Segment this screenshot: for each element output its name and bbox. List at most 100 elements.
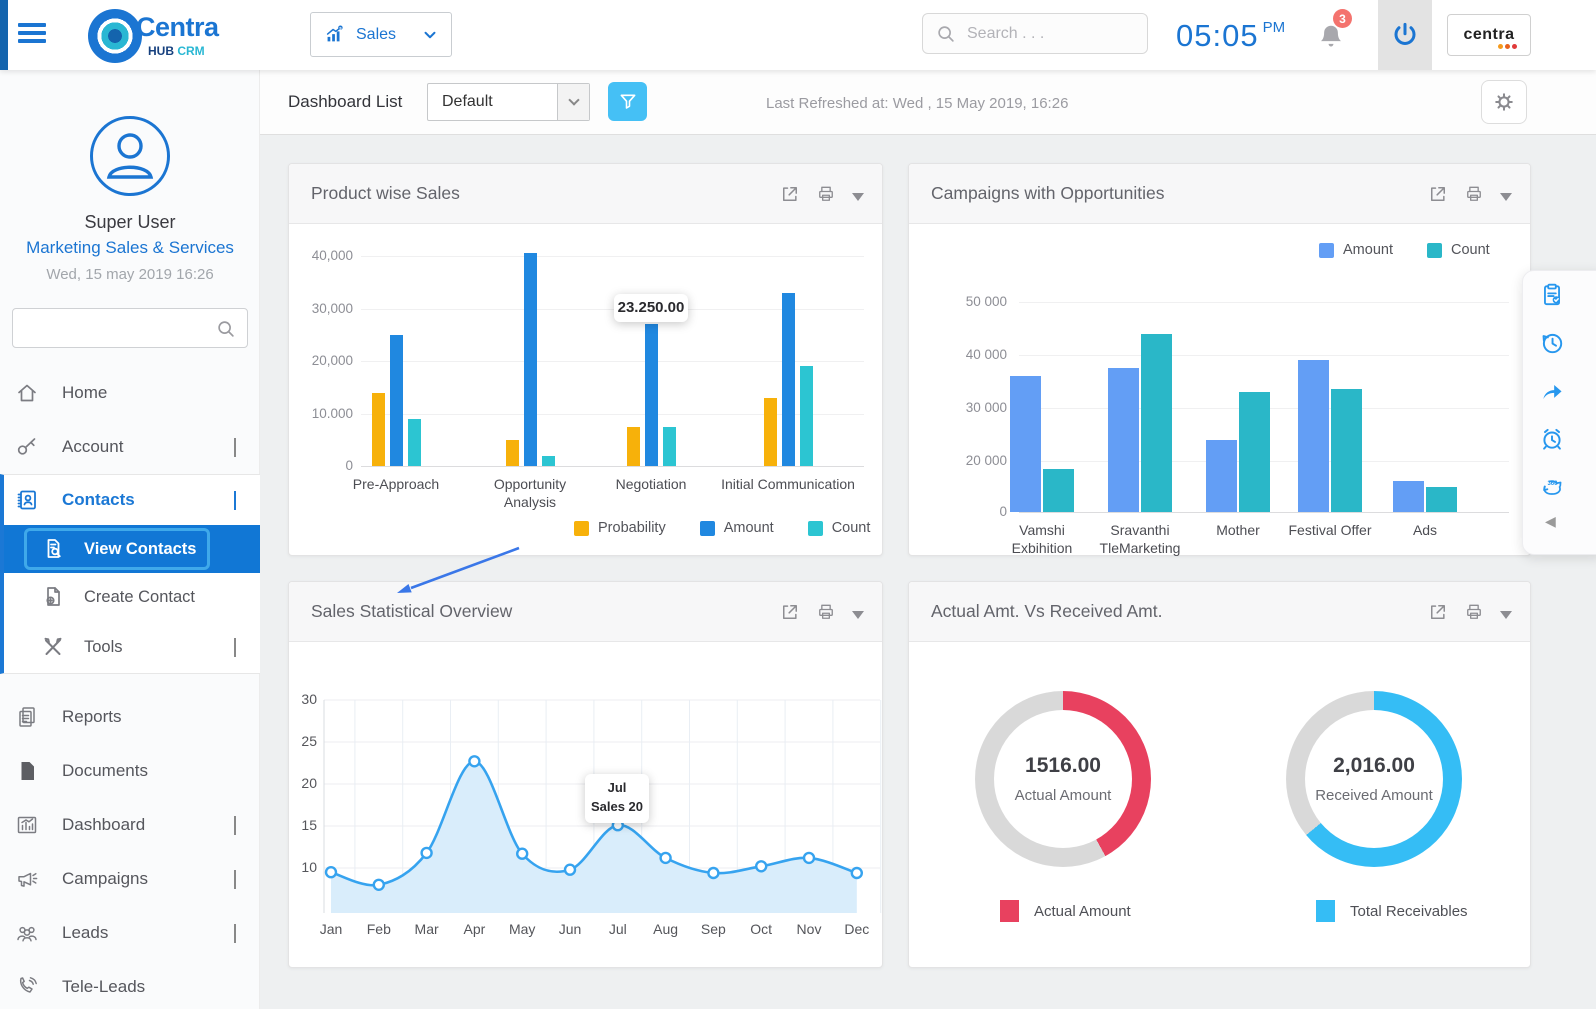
- data-point-Sep[interactable]: [707, 866, 720, 880]
- print-icon[interactable]: [1464, 602, 1484, 622]
- bar-Probability-Pre-Approach[interactable]: [371, 392, 385, 466]
- sidebar-item-documents[interactable]: Documents: [0, 744, 260, 798]
- sync-360-icon[interactable]: 360: [1523, 463, 1596, 511]
- dashboard-settings-button[interactable]: [1481, 80, 1527, 124]
- data-point-Oct[interactable]: [755, 860, 768, 873]
- legend-swatch: [1000, 900, 1019, 922]
- sidebar-item-reports[interactable]: Reports: [0, 690, 260, 744]
- panel-collapse-icon[interactable]: ◀: [1523, 513, 1596, 530]
- bar-Amount-Ads[interactable]: [1393, 481, 1424, 512]
- hamburger-menu-icon[interactable]: [18, 23, 46, 47]
- module-select[interactable]: $ Sales: [310, 12, 452, 57]
- filter-button[interactable]: [608, 82, 647, 121]
- print-icon[interactable]: [1464, 184, 1484, 204]
- bar-Amount-Negotiation[interactable]: [644, 324, 658, 467]
- sidebar-item-home[interactable]: Home: [0, 366, 260, 420]
- create-contact-icon: [40, 585, 66, 609]
- y-axis-tick: 30 000: [965, 400, 1007, 415]
- bar-Amount-Opportunity-Analysis[interactable]: [523, 253, 537, 466]
- bar-Probability-Initial-Communication[interactable]: [763, 397, 777, 467]
- tasks-clipboard-icon[interactable]: [1523, 271, 1596, 319]
- donut-value: 1516.00: [1025, 754, 1101, 777]
- edge-accent-strip: [0, 0, 8, 70]
- collapse-caret-icon[interactable]: [1500, 606, 1512, 619]
- tele-leads-icon: [14, 975, 40, 999]
- bar-Amount-Sravanthi-TleMarketing[interactable]: [1108, 368, 1139, 513]
- card-actual-vs-received: Actual Amt. Vs Received Amt. 1516.00 Act…: [908, 581, 1531, 968]
- gridline: [361, 466, 864, 467]
- sidebar-item-create-contact[interactable]: Create Contact: [4, 573, 260, 621]
- bar-Amount-Initial-Communication[interactable]: [781, 292, 795, 467]
- campaigns-icon: [14, 867, 40, 891]
- share-arrow-icon[interactable]: [1523, 367, 1596, 415]
- home-icon: [14, 381, 40, 405]
- print-icon[interactable]: [816, 602, 836, 622]
- user-avatar[interactable]: [90, 116, 170, 196]
- user-organization[interactable]: Marketing Sales & Services: [0, 238, 260, 258]
- bar-Count-Ads[interactable]: [1426, 486, 1457, 512]
- dashboard-icon: [14, 813, 40, 837]
- card-title: Actual Amt. Vs Received Amt.: [931, 601, 1163, 621]
- collapse-caret-icon[interactable]: [852, 606, 864, 619]
- bar-Probability-Opportunity-Analysis[interactable]: [505, 439, 519, 467]
- global-search: [922, 13, 1148, 54]
- data-point-Dec[interactable]: [850, 866, 863, 880]
- y-axis-tick: 20,000: [311, 353, 353, 368]
- sidebar-item-tele-leads[interactable]: Tele-Leads: [0, 960, 260, 1009]
- y-axis-tick: 50 000: [965, 294, 1007, 309]
- data-point-Jun[interactable]: [563, 863, 577, 876]
- dashboard-view-select[interactable]: Default: [427, 83, 590, 121]
- centra-badge: centra: [1447, 14, 1531, 56]
- logout-power-button[interactable]: [1378, 0, 1432, 70]
- sidebar-item-tools[interactable]: Tools: [4, 621, 260, 673]
- y-axis-tick: 15: [301, 817, 317, 833]
- print-icon[interactable]: [816, 184, 836, 204]
- sidebar-item-leads[interactable]: Leads: [0, 906, 260, 960]
- data-point-Feb[interactable]: [372, 878, 386, 892]
- bar-Amount-Mother[interactable]: [1206, 439, 1237, 512]
- sidebar-search-input[interactable]: [13, 309, 203, 345]
- history-clock-icon[interactable]: [1523, 319, 1596, 367]
- sidebar-item-account[interactable]: Account: [0, 420, 260, 474]
- sidebar-item-campaigns[interactable]: Campaigns: [0, 852, 260, 906]
- expand-icon[interactable]: [780, 602, 800, 622]
- data-point-Nov[interactable]: [802, 851, 816, 865]
- gridline: [1019, 355, 1509, 356]
- user-datetime: Wed, 15 may 2019 16:26: [46, 266, 214, 283]
- bar-Amount-Vamshi-Exbihition[interactable]: [1010, 376, 1041, 512]
- bar-Count-Pre-Approach[interactable]: [407, 418, 421, 467]
- data-point-May[interactable]: [515, 847, 529, 860]
- received-amount-donut[interactable]: 2,016.00 Received Amount: [1286, 691, 1462, 867]
- data-point-Apr[interactable]: [468, 755, 481, 768]
- legend-total-receivables: Total Receivables: [1316, 900, 1468, 922]
- expand-icon[interactable]: [1428, 602, 1448, 622]
- sidebar-item-view-contacts[interactable]: View Contacts: [4, 525, 260, 573]
- global-search-input[interactable]: [967, 24, 1127, 43]
- data-point-Mar[interactable]: [420, 846, 433, 860]
- gridline: [1019, 302, 1509, 303]
- expand-icon[interactable]: [1428, 184, 1448, 204]
- collapse-caret-icon[interactable]: [852, 188, 864, 201]
- x-axis-label: Aug: [653, 921, 679, 937]
- bar-Amount-Pre-Approach[interactable]: [389, 334, 403, 467]
- expand-icon[interactable]: [780, 184, 800, 204]
- bar-Count-Mother[interactable]: [1239, 392, 1270, 512]
- chevron-down-icon: [234, 816, 236, 835]
- collapse-caret-icon[interactable]: [1500, 188, 1512, 201]
- bar-Count-Vamshi-Exbihition[interactable]: [1043, 468, 1074, 512]
- bar-Count-Festival-Offer[interactable]: [1331, 389, 1362, 512]
- bar-Probability-Negotiation[interactable]: [626, 426, 640, 466]
- actual-amount-donut[interactable]: 1516.00 Actual Amount: [975, 691, 1151, 867]
- bar-Count-Initial-Communication[interactable]: [799, 366, 813, 467]
- bar-Count-Negotiation[interactable]: [662, 426, 676, 466]
- bar-Amount-Festival-Offer[interactable]: [1298, 360, 1329, 512]
- data-point-Jan[interactable]: [324, 865, 338, 879]
- data-point-Aug[interactable]: [659, 851, 672, 865]
- bar-Count-Opportunity-Analysis[interactable]: [541, 455, 555, 466]
- sidebar-item-contacts[interactable]: Contacts: [4, 475, 260, 525]
- bar-Count-Sravanthi-TleMarketing[interactable]: [1141, 333, 1172, 512]
- card-header: Sales Statistical Overview: [289, 582, 882, 642]
- alarm-clock-icon[interactable]: [1523, 415, 1596, 463]
- x-axis-label: Dec: [844, 921, 870, 937]
- sidebar-item-dashboard[interactable]: Dashboard: [0, 798, 260, 852]
